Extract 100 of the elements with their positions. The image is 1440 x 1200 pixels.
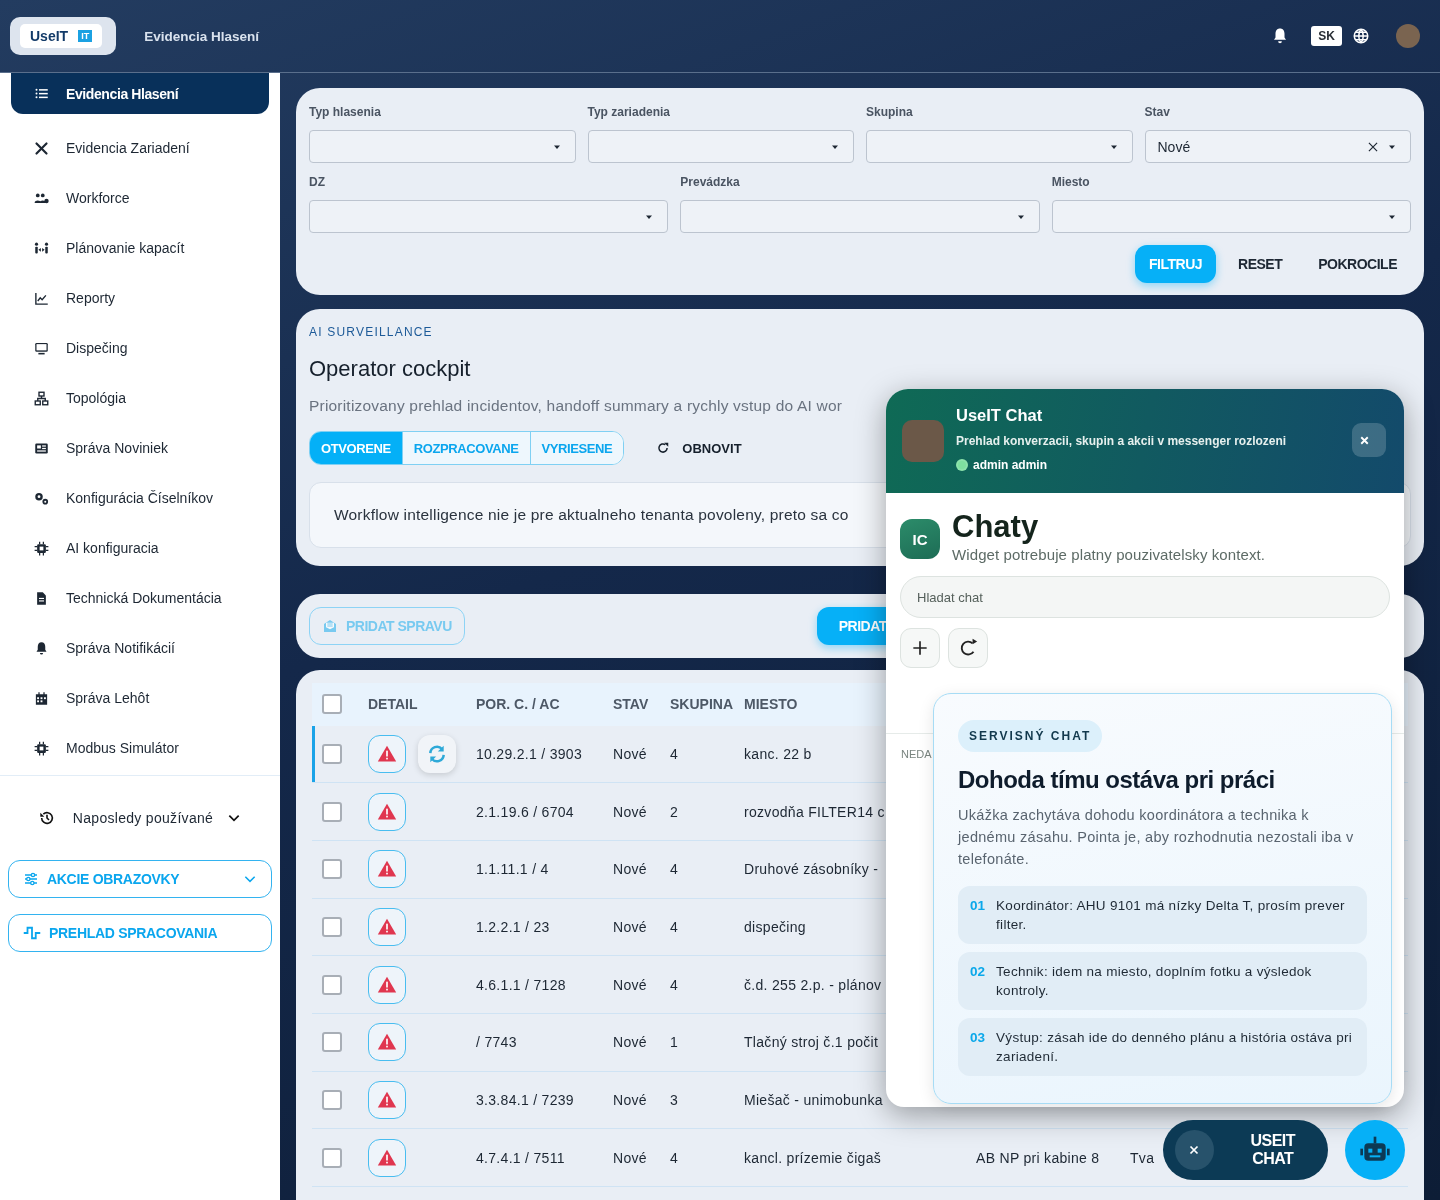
sidebar-item[interactable]: Evidencia Hlasení <box>11 73 269 114</box>
step-text: Výstup: zásah ide do denného plánu a história ostáva pri zariadení. <box>996 1029 1354 1066</box>
warning-icon <box>377 859 397 880</box>
logo-card[interactable]: UseIT IT <box>10 17 117 55</box>
warning-button[interactable] <box>368 850 406 889</box>
sidebar-item[interactable]: Topológia <box>11 373 269 423</box>
step-number: 02 <box>970 963 986 981</box>
field-label: Prevádzka <box>680 175 741 189</box>
row-checkbox[interactable] <box>322 1089 342 1110</box>
new-chat-button[interactable] <box>900 628 940 668</box>
section-label: NEDA <box>901 748 932 760</box>
sidebar-item[interactable]: Správa Notifikácií <box>11 623 269 673</box>
chat-subtitle: Prehlad konverzacii, skupin a akcii v messenger rozlozeni <box>956 434 1288 448</box>
table-cell: Tlačný stroj č.1 počit <box>744 1034 879 1051</box>
photo-placeholder <box>902 420 944 462</box>
calendar-icon <box>34 690 49 706</box>
sync-icon <box>427 743 447 764</box>
recent-toggle[interactable]: Naposledy používané <box>0 776 280 860</box>
step-text: Technik: idem na miesto, doplním fotku a výsledok kontroly. <box>996 963 1313 1000</box>
text-button[interactable]: POKROCILE <box>1304 245 1411 283</box>
warning-button[interactable] <box>368 1080 406 1119</box>
sidebar-item[interactable]: Konfigurácia Číselníkov <box>11 473 269 523</box>
sidebar-item[interactable]: Workforce <box>11 173 269 223</box>
row-checkbox[interactable] <box>322 801 342 822</box>
table-cell: Nové <box>613 1149 647 1166</box>
table-cell: Druhové zásobníky - <box>744 861 879 878</box>
column-header: SKUPINA <box>670 696 733 712</box>
table-cell: č.d. 255 2.p. - plánov <box>744 976 882 993</box>
warning-button[interactable] <box>368 907 406 946</box>
tooltip-tag: SERVISNÝ CHAT <box>958 720 1103 752</box>
row-checkbox[interactable] <box>322 1147 342 1168</box>
table-cell: Nové <box>613 1091 647 1108</box>
document-icon <box>34 590 49 606</box>
select-field[interactable] <box>680 200 1040 233</box>
select-field[interactable] <box>309 200 669 233</box>
sidebar-item[interactable]: Technická Dokumentácia <box>11 573 269 623</box>
logo-badge: IT <box>78 30 93 42</box>
sidebar-item[interactable]: Reporty <box>11 273 269 323</box>
select-field[interactable] <box>1051 200 1411 233</box>
chat-launcher-button[interactable]: USEIT CHAT <box>1163 1120 1328 1180</box>
network-icon <box>34 390 49 406</box>
warning-button[interactable] <box>368 1023 406 1062</box>
table-cell: 2 <box>670 803 679 820</box>
table-cell: Nové <box>613 803 647 820</box>
logo-text: UseIT <box>30 28 69 44</box>
select-field[interactable] <box>587 130 854 163</box>
search-field[interactable]: Hladat chat <box>900 576 1390 618</box>
column-header: POR. C. / AC <box>476 696 560 712</box>
row-checkbox[interactable] <box>322 916 342 937</box>
row-checkbox[interactable] <box>322 859 342 880</box>
sidebar-item[interactable]: Dispečing <box>11 323 269 373</box>
table-cell: 3 <box>670 1091 679 1108</box>
table-cell: Nové <box>613 976 647 993</box>
language-button[interactable]: SK <box>1311 26 1342 46</box>
row-checkbox[interactable] <box>322 974 342 995</box>
field-label: DZ <box>309 175 326 189</box>
page-title: Evidencia Hlasení <box>144 28 260 44</box>
row-checkbox[interactable] <box>322 743 342 764</box>
avatar[interactable] <box>1396 24 1420 48</box>
warning-button[interactable] <box>368 965 406 1004</box>
line-chart-icon <box>34 290 49 306</box>
sidebar-item[interactable]: AI konfiguracia <box>11 523 269 573</box>
sync-button[interactable] <box>418 734 456 773</box>
select-all-checkbox[interactable] <box>322 694 342 714</box>
table-cell: dispečing <box>744 918 806 935</box>
reload-button[interactable] <box>948 628 988 668</box>
sidebar-item[interactable]: Modbus Simulátor <box>11 723 269 773</box>
field-label: Skupina <box>866 105 914 119</box>
sidebar-item[interactable]: Správa Noviniek <box>11 423 269 473</box>
table-cell: Nové <box>613 1034 647 1051</box>
close-button[interactable] <box>1352 423 1386 457</box>
table-cell: 4 <box>670 861 679 878</box>
text-button[interactable]: RESET <box>1224 245 1297 283</box>
refresh-button[interactable]: OBNOVIT <box>650 439 748 457</box>
refresh-icon <box>656 441 671 455</box>
select-field[interactable]: Nové <box>1144 130 1411 163</box>
warning-button[interactable] <box>368 792 406 831</box>
chip-icon <box>34 540 49 556</box>
warning-button[interactable] <box>368 1138 406 1177</box>
list-icon <box>34 86 49 101</box>
chat-badge: IC <box>900 519 940 559</box>
table-cell: 1.1.11.1 / 4 <box>476 861 549 878</box>
select-field[interactable] <box>866 130 1133 163</box>
table-cell: Tva <box>1130 1149 1155 1166</box>
pulse-icon <box>23 924 41 942</box>
table-cell: Nové <box>613 861 647 878</box>
monitor-icon <box>34 340 49 356</box>
warning-button[interactable] <box>368 734 406 773</box>
step-number: 01 <box>970 897 986 915</box>
row-checkbox[interactable] <box>322 1032 342 1053</box>
panel-title: Operator cockpit <box>309 356 472 382</box>
sliders-icon <box>23 871 39 887</box>
column-header: MIESTO <box>744 696 798 712</box>
select-field[interactable] <box>309 130 576 163</box>
table-cell: 1 <box>670 1034 679 1051</box>
field-label: Stav <box>1144 105 1171 119</box>
envelope-icon <box>322 617 338 634</box>
sidebar-item[interactable]: Správa Lehôt <box>11 673 269 723</box>
sidebar-item[interactable]: Evidencia Zariadení <box>11 123 269 173</box>
sidebar-item[interactable]: Plánovanie kapacít <box>11 223 269 273</box>
